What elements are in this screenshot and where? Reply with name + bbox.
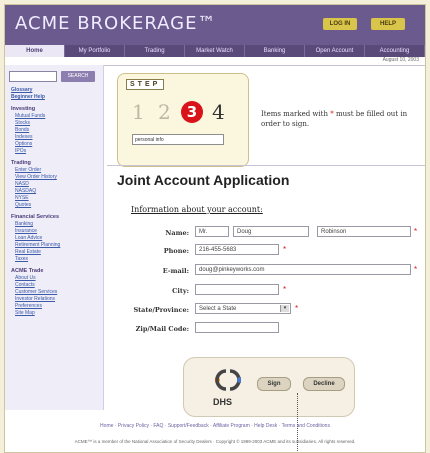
header-bar: ACME BROKERAGE™ LOG IN HELP — [5, 5, 425, 45]
main-tabs: Home My Portfolio Trading Market Watch Banki… — [5, 45, 425, 57]
sidebar-item-glossary[interactable]: Glossary — [11, 87, 101, 94]
required-star: * — [414, 227, 418, 236]
required-star: * — [283, 245, 287, 254]
first-name-field[interactable]: Doug — [233, 226, 309, 237]
tab-trading[interactable]: Trading — [125, 45, 185, 57]
sidebar-item-options[interactable]: Options — [11, 141, 101, 148]
sign-button[interactable]: Sign — [257, 377, 291, 391]
sidebar-item-contacts[interactable]: Contacts — [11, 282, 101, 289]
page-title: Joint Account Application — [117, 172, 290, 188]
sidebar-heading-acme-trade: ACME Trade — [11, 268, 44, 274]
log-in-button[interactable]: LOG IN — [323, 18, 357, 30]
state-label: State/Province: — [133, 306, 189, 314]
step-indicator: STEP 1 2 3 4 personal info — [117, 73, 249, 167]
zip-label: Zip/Mail Code: — [135, 325, 189, 333]
sidebar-item-view-order-history[interactable]: View Order History — [11, 174, 101, 181]
sidebar-item-quotes[interactable]: Quotes — [11, 202, 101, 209]
dhs-logo-text: DHS — [213, 397, 233, 407]
footer-legal: ACME™ is a member of the National Associ… — [74, 439, 356, 444]
sidebar: SEARCH Glossary Beginner Help Investing Mut… — [5, 65, 104, 410]
divider — [107, 165, 425, 166]
sidebar-item-nasd[interactable]: NASD — [11, 181, 101, 188]
required-star: * — [283, 285, 287, 294]
search-input[interactable] — [9, 71, 57, 82]
phone-label: Phone: — [163, 247, 189, 255]
tab-market-watch[interactable]: Market Watch — [185, 45, 245, 57]
sidebar-heading-trading: Trading — [11, 160, 31, 166]
help-button[interactable]: HELP — [371, 18, 405, 30]
step-4: 4 — [212, 100, 225, 124]
sidebar-item-retirement-planning[interactable]: Retirement Planning — [11, 242, 101, 249]
tab-open-account[interactable]: Open Account — [305, 45, 365, 57]
sidebar-item-ipos[interactable]: IPOs — [11, 148, 101, 155]
city-field[interactable] — [195, 284, 279, 295]
step-1: 1 — [132, 100, 145, 124]
state-select-value: Select a State — [199, 306, 237, 312]
required-star: * — [330, 110, 334, 118]
sidebar-item-stocks[interactable]: Stocks — [11, 120, 101, 127]
state-select[interactable]: Select a State ▾ — [195, 303, 291, 314]
sidebar-heading-financial-services: Financial Services — [11, 214, 59, 220]
chevron-down-icon[interactable]: ▾ — [280, 305, 289, 312]
required-star: * — [414, 265, 418, 274]
sidebar-item-mutual-funds[interactable]: Mutual Funds — [11, 113, 101, 120]
sidebar-item-nasdaq[interactable]: NASDAQ — [11, 188, 101, 195]
sidebar-item-nyse[interactable]: NYSE — [11, 195, 101, 202]
sidebar-item-beginner-help[interactable]: Beginner Help — [11, 94, 101, 101]
browser-frame: ACME BROKERAGE™ LOG IN HELP Home My Portf… — [4, 4, 426, 453]
sidebar-nav: Glossary Beginner Help Investing Mutual Fun… — [11, 87, 101, 317]
sidebar-item-loan-advice[interactable]: Loan Advice — [11, 235, 101, 242]
brand-logo: ACME BROKERAGE™ — [15, 13, 217, 34]
required-note-text: Items marked with — [261, 110, 328, 118]
sidebar-item-real-estate[interactable]: Real Estate — [11, 249, 101, 256]
required-star: * — [295, 304, 299, 313]
email-label: E-mail: — [162, 267, 189, 275]
sidebar-item-customer-services[interactable]: Customer Services — [11, 289, 101, 296]
step-3-current: 3 — [181, 101, 203, 123]
sidebar-item-preferences[interactable]: Preferences — [11, 303, 101, 310]
sidebar-item-bonds[interactable]: Bonds — [11, 127, 101, 134]
date-label: August 10, 2003 — [382, 57, 419, 63]
name-label: Name: — [165, 229, 189, 237]
tab-banking[interactable]: Banking — [245, 45, 305, 57]
dhs-logo-icon — [215, 369, 241, 391]
email-field[interactable]: doug@pinkeyworks.com — [195, 264, 411, 275]
section-heading: Information about your account: — [131, 205, 263, 214]
sidebar-item-about-us[interactable]: About Us — [11, 275, 101, 282]
step-2: 2 — [158, 100, 171, 124]
zip-field[interactable] — [195, 322, 279, 333]
footer-links[interactable]: Home · Privacy Policy · FAQ · Support/Fe… — [5, 423, 425, 429]
sidebar-heading-investing: Investing — [11, 106, 36, 112]
tab-home[interactable]: Home — [5, 45, 65, 57]
tab-my-portfolio[interactable]: My Portfolio — [65, 45, 125, 57]
sidebar-item-insurance[interactable]: Insurance — [11, 228, 101, 235]
search-button[interactable]: SEARCH — [61, 71, 95, 82]
required-note: Items marked with * must be filled out i… — [261, 109, 411, 129]
city-label: City: — [172, 287, 189, 295]
last-name-field[interactable]: Robinson — [317, 226, 411, 237]
step-name-field: personal info — [132, 134, 224, 145]
tab-accounting[interactable]: Accounting — [365, 45, 425, 57]
step-label: STEP — [126, 79, 165, 90]
sidebar-item-indexes[interactable]: Indexes — [11, 134, 101, 141]
name-prefix-field[interactable]: Mr. — [195, 226, 229, 237]
sidebar-item-taxes[interactable]: Taxes — [11, 256, 101, 263]
sidebar-item-enter-order[interactable]: Enter Order — [11, 167, 101, 174]
sidebar-item-site-map[interactable]: Site Map — [11, 310, 101, 317]
sidebar-item-banking[interactable]: Banking — [11, 221, 101, 228]
phone-field[interactable]: 216-455-5683 — [195, 244, 279, 255]
decline-button[interactable]: Decline — [303, 377, 345, 391]
sidebar-item-investor-relations[interactable]: Investor Relations — [11, 296, 101, 303]
